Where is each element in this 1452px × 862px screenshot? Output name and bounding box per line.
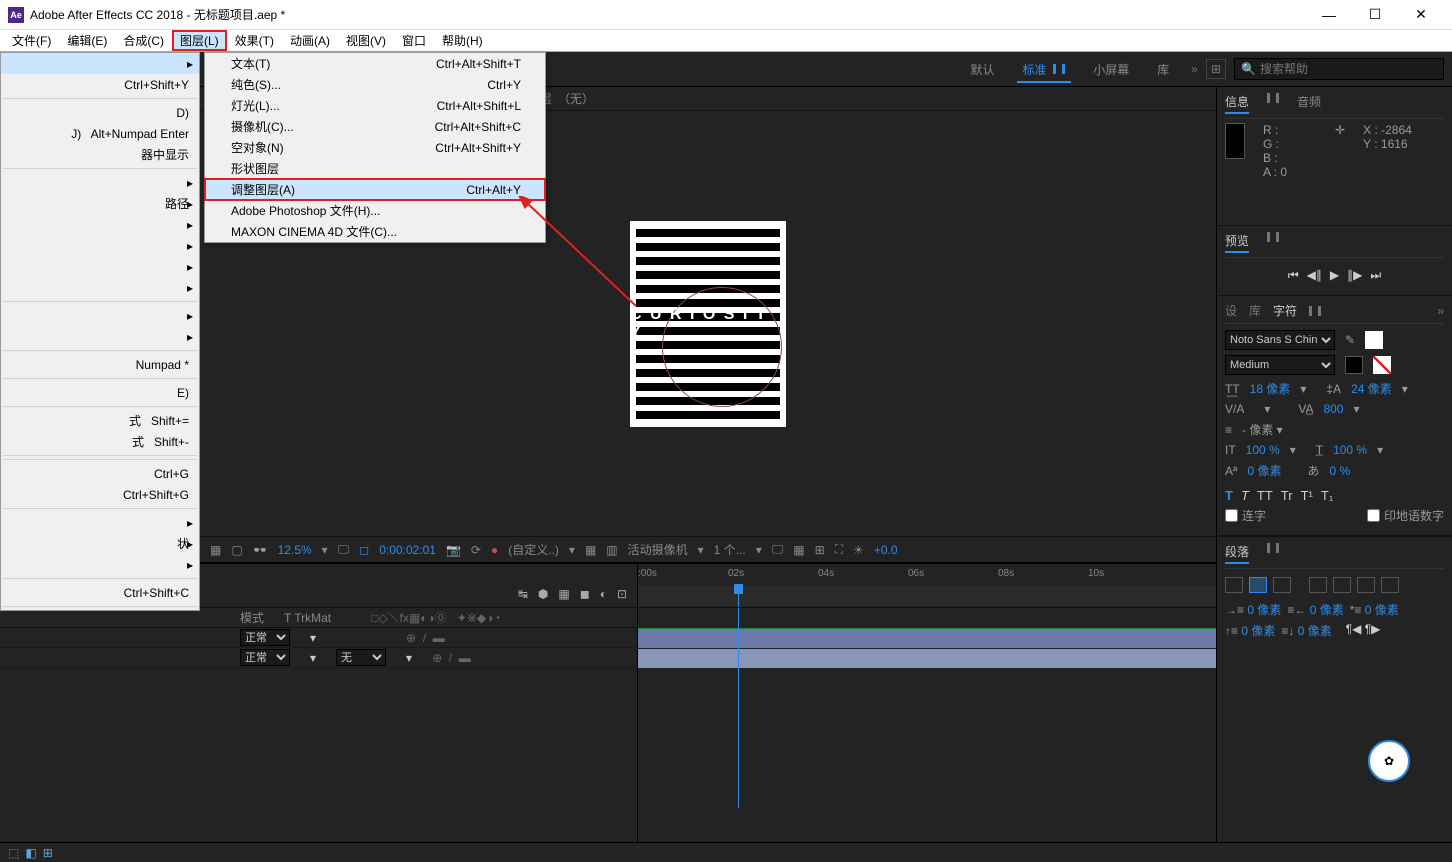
layer-new-submenu[interactable]: 文本(T)Ctrl+Alt+Shift+T纯色(S)...Ctrl+Y灯光(L)… xyxy=(204,52,546,243)
menu-文件(F)[interactable]: 文件(F) xyxy=(4,30,59,51)
close-button[interactable]: ✕ xyxy=(1398,1,1444,29)
search-help-input[interactable] xyxy=(1260,62,1437,76)
menu-item-Adobe Photoshop 文件(H)...[interactable]: Adobe Photoshop 文件(H)... xyxy=(205,200,545,221)
menu-帮助(H)[interactable]: 帮助(H) xyxy=(434,30,491,51)
preview-controls[interactable]: ⏮◀∥▶∥▶⏭ xyxy=(1225,262,1444,289)
title-bar: Ae Adobe After Effects CC 2018 - 无标题项目.a… xyxy=(0,0,1452,30)
search-icon: 🔍 xyxy=(1241,62,1256,76)
character-panel: 设 库 字符 » Noto Sans S Chin... ✎ Medium T͟… xyxy=(1217,296,1452,536)
text-style-row[interactable]: T T TT Tr T¹ T₁ xyxy=(1225,484,1444,507)
status-icon[interactable]: ◧ xyxy=(25,846,36,860)
layer-menu-partial[interactable]: ▸Ctrl+Shift+YD)J) Alt+Numpad Enter器中显示▸路… xyxy=(0,52,200,611)
hindi-digits-checkbox[interactable]: 印地语数字 xyxy=(1367,507,1444,524)
menu-窗口[interactable]: 窗口 xyxy=(394,30,434,51)
menu-合成(C)[interactable]: 合成(C) xyxy=(115,30,172,51)
menu-编辑(E)[interactable]: 编辑(E) xyxy=(59,30,115,51)
watermark-badge: ✿ xyxy=(1368,740,1410,782)
panel-menu-icon[interactable] xyxy=(1309,306,1321,316)
status-icon[interactable]: ⬚ xyxy=(8,846,19,860)
menu-item-空对象(N)[interactable]: 空对象(N)Ctrl+Alt+Shift+Y xyxy=(205,137,545,158)
right-panels: 信息音频 R : G : B : A : 0 ✛ X : -2864 Y : 1… xyxy=(1216,87,1452,862)
stroke-color[interactable] xyxy=(1345,356,1363,374)
search-help[interactable]: 🔍 xyxy=(1234,58,1444,80)
font-family-select[interactable]: Noto Sans S Chin... xyxy=(1225,330,1335,350)
preview-panel: 预览 ⏮◀∥▶∥▶⏭ xyxy=(1217,226,1452,296)
timeline-row[interactable]: 正常▾ 无▾ ⊕ / ▬ xyxy=(0,648,637,668)
status-bar: ⬚ ◧ ⊞ xyxy=(0,842,1452,862)
menu-bar: 文件(F)编辑(E)合成(C)图层(L)效果(T)动画(A)视图(V)窗口帮助(… xyxy=(0,30,1452,52)
menu-item-形状图层[interactable]: 形状图层 xyxy=(205,158,545,179)
menu-item-MAXON CINEMA 4D 文件(C)...[interactable]: MAXON CINEMA 4D 文件(C)... xyxy=(205,221,545,242)
comp-frame: document.write(Array.from({length:14},(_… xyxy=(630,221,786,427)
app-title: Adobe After Effects CC 2018 - 无标题项目.aep … xyxy=(30,6,285,23)
font-weight-select[interactable]: Medium xyxy=(1225,355,1335,375)
timeline-tracks[interactable] xyxy=(638,608,1216,808)
menu-item-纯色(S)...[interactable]: 纯色(S)...Ctrl+Y xyxy=(205,74,545,95)
status-icon[interactable]: ⊞ xyxy=(43,846,53,860)
workspace-more-icon[interactable]: » xyxy=(1191,62,1198,76)
timeline-header: 模式 T TrkMat □◇＼fx▦◐◑⓪ ✦※◆◑◔ xyxy=(0,608,637,628)
minimize-button[interactable]: — xyxy=(1306,1,1352,29)
menu-item-文本(T)[interactable]: 文本(T)Ctrl+Alt+Shift+T xyxy=(205,53,545,74)
ligatures-checkbox[interactable]: 连字 xyxy=(1225,507,1266,524)
timeline-ruler[interactable]: :00s02s04s06s08s10s xyxy=(638,564,1216,608)
menu-item-灯光(L)...[interactable]: 灯光(L)...Ctrl+Alt+Shift+L xyxy=(205,95,545,116)
color-swatch xyxy=(1225,123,1245,159)
menu-item-摄像机(C)...[interactable]: 摄像机(C)...Ctrl+Alt+Shift+C xyxy=(205,116,545,137)
panel-menu-icon[interactable] xyxy=(1267,232,1279,242)
paragraph-align[interactable] xyxy=(1225,573,1444,601)
menu-item-调整图层(A)[interactable]: 调整图层(A)Ctrl+Alt+Y xyxy=(205,179,545,200)
panel-menu-icon[interactable] xyxy=(1267,93,1279,103)
viewer-controls[interactable]: ▦▢👓 12.5%▾ 🖵◻ 0:00:02:01 📷⟳● (自定义..)▾ ▦▥… xyxy=(200,536,1216,562)
workspace-settings-icon[interactable]: ⊞ xyxy=(1206,59,1226,79)
eyedropper-icon[interactable]: ✎ xyxy=(1345,333,1355,347)
maximize-button[interactable]: ☐ xyxy=(1352,1,1398,29)
menu-视图(V)[interactable]: 视图(V) xyxy=(338,30,394,51)
menu-图层(L)[interactable]: 图层(L) xyxy=(172,30,227,51)
info-panel: 信息音频 R : G : B : A : 0 ✛ X : -2864 Y : 1… xyxy=(1217,87,1452,226)
fill-color[interactable] xyxy=(1365,331,1383,349)
paragraph-panel: 段落 →≡ 0 像素 ≡← 0 像素 *≡ 0 像素 ↑≡ 0 像素 ≡↓ 0 … xyxy=(1217,536,1452,645)
timeline-row[interactable]: 正常▾ ⊕ / ▬ xyxy=(0,628,637,648)
workspace-switcher[interactable]: 默认标准 小屏幕库 xyxy=(957,52,1184,87)
panel-menu-icon[interactable] xyxy=(1267,543,1279,553)
app-logo: Ae xyxy=(8,7,24,23)
menu-效果(T)[interactable]: 效果(T) xyxy=(227,30,282,51)
menu-动画(A)[interactable]: 动画(A) xyxy=(282,30,338,51)
